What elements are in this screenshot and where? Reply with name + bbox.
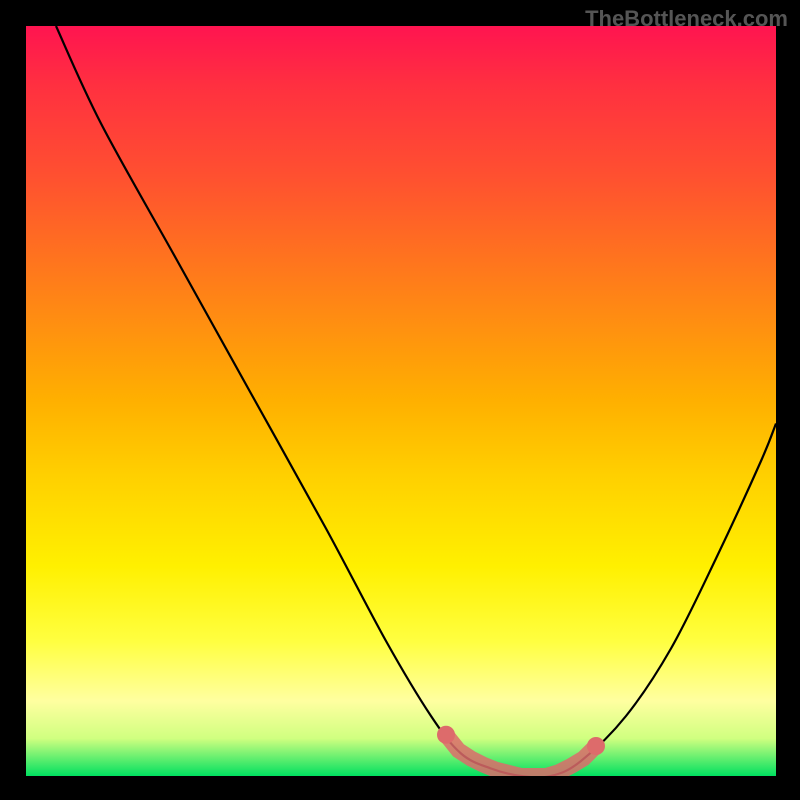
highlight-segment: [446, 735, 596, 776]
highlight-dots: [437, 726, 605, 755]
bottleneck-curve-line: [56, 26, 776, 776]
chart-plot-area: [26, 26, 776, 776]
curve-svg: [26, 26, 776, 776]
watermark-text: TheBottleneck.com: [585, 6, 788, 32]
